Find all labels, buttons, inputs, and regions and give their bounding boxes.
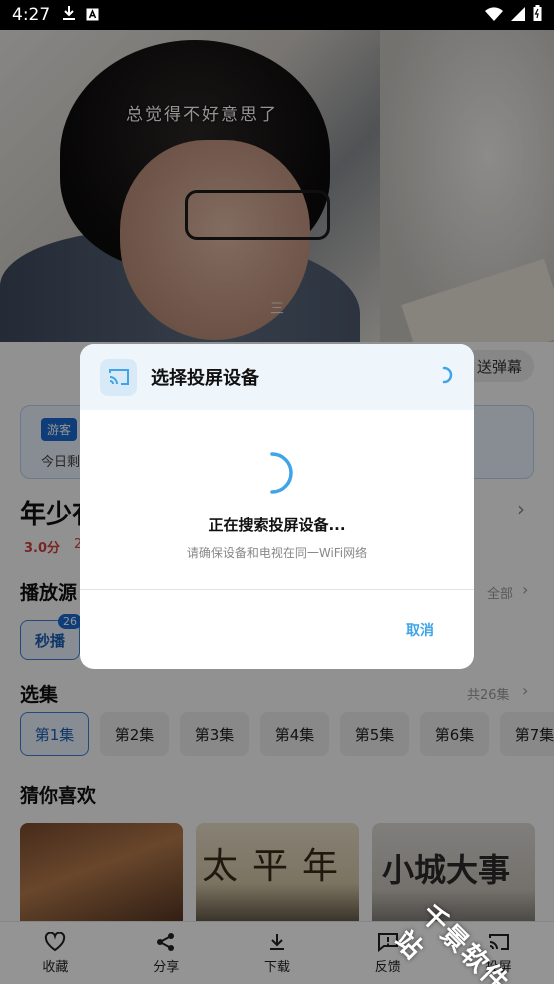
- cast-device-icon: [100, 358, 137, 396]
- dialog-header: 选择投屏设备: [80, 344, 474, 410]
- header-spinner-icon: [440, 366, 454, 388]
- status-right-icons: [485, 5, 542, 25]
- wifi-icon: [485, 6, 503, 25]
- cast-device-dialog: 选择投屏设备 正在搜索投屏设备... 请确保设备和电视在同一WiFi网络 取消: [80, 344, 474, 669]
- notification-a-icon: [86, 6, 99, 25]
- dialog-title: 选择投屏设备: [151, 368, 259, 389]
- cancel-button[interactable]: 取消: [406, 620, 434, 640]
- dialog-footer: 取消: [80, 590, 474, 669]
- signal-icon: [511, 6, 525, 25]
- dialog-body: 正在搜索投屏设备... 请确保设备和电视在同一WiFi网络: [80, 410, 474, 589]
- searching-text: 正在搜索投屏设备...: [208, 516, 346, 534]
- app-root: 4:27 总觉得不好意思了 三 送弹幕 游客 今日剩 年少有 › 3.0分 2 …: [0, 0, 554, 984]
- download-status-icon: [62, 5, 76, 25]
- loading-spinner-icon: [258, 450, 298, 500]
- status-bar: 4:27: [0, 0, 554, 30]
- battery-icon: [533, 5, 542, 25]
- status-time: 4:27: [12, 5, 51, 25]
- wifi-hint-text: 请确保设备和电视在同一WiFi网络: [186, 546, 368, 560]
